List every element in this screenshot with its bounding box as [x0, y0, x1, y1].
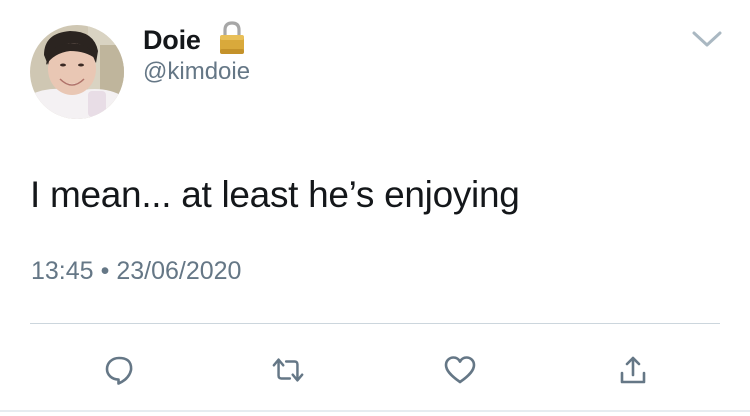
retweet-icon [272, 358, 304, 382]
retweet-button[interactable] [271, 353, 305, 387]
tweet-date: 23/06/2020 [116, 257, 242, 285]
meta-separator: • [100, 257, 110, 285]
divider [30, 323, 720, 324]
bottom-divider [0, 410, 750, 412]
reply-icon [105, 356, 133, 385]
handle[interactable]: @kimdoie [143, 58, 250, 86]
avatar[interactable] [30, 25, 124, 119]
tweet-card: Doie @kimdoie I mean... at least he’s en… [0, 0, 750, 416]
avatar-photo [30, 25, 124, 119]
reply-button[interactable] [102, 353, 136, 387]
share-button[interactable] [616, 353, 650, 387]
tweet-text: I mean... at least he’s enjoying [30, 174, 520, 215]
lock-icon [216, 19, 248, 57]
like-button[interactable] [443, 353, 477, 387]
display-name[interactable]: Doie [143, 24, 201, 56]
tweet-time: 13:45 [31, 257, 94, 285]
tweet-timestamp[interactable]: 13:45 • 23/06/2020 [31, 256, 241, 286]
share-icon [620, 356, 646, 384]
chevron-down-icon[interactable] [690, 28, 724, 50]
heart-icon [444, 356, 476, 384]
